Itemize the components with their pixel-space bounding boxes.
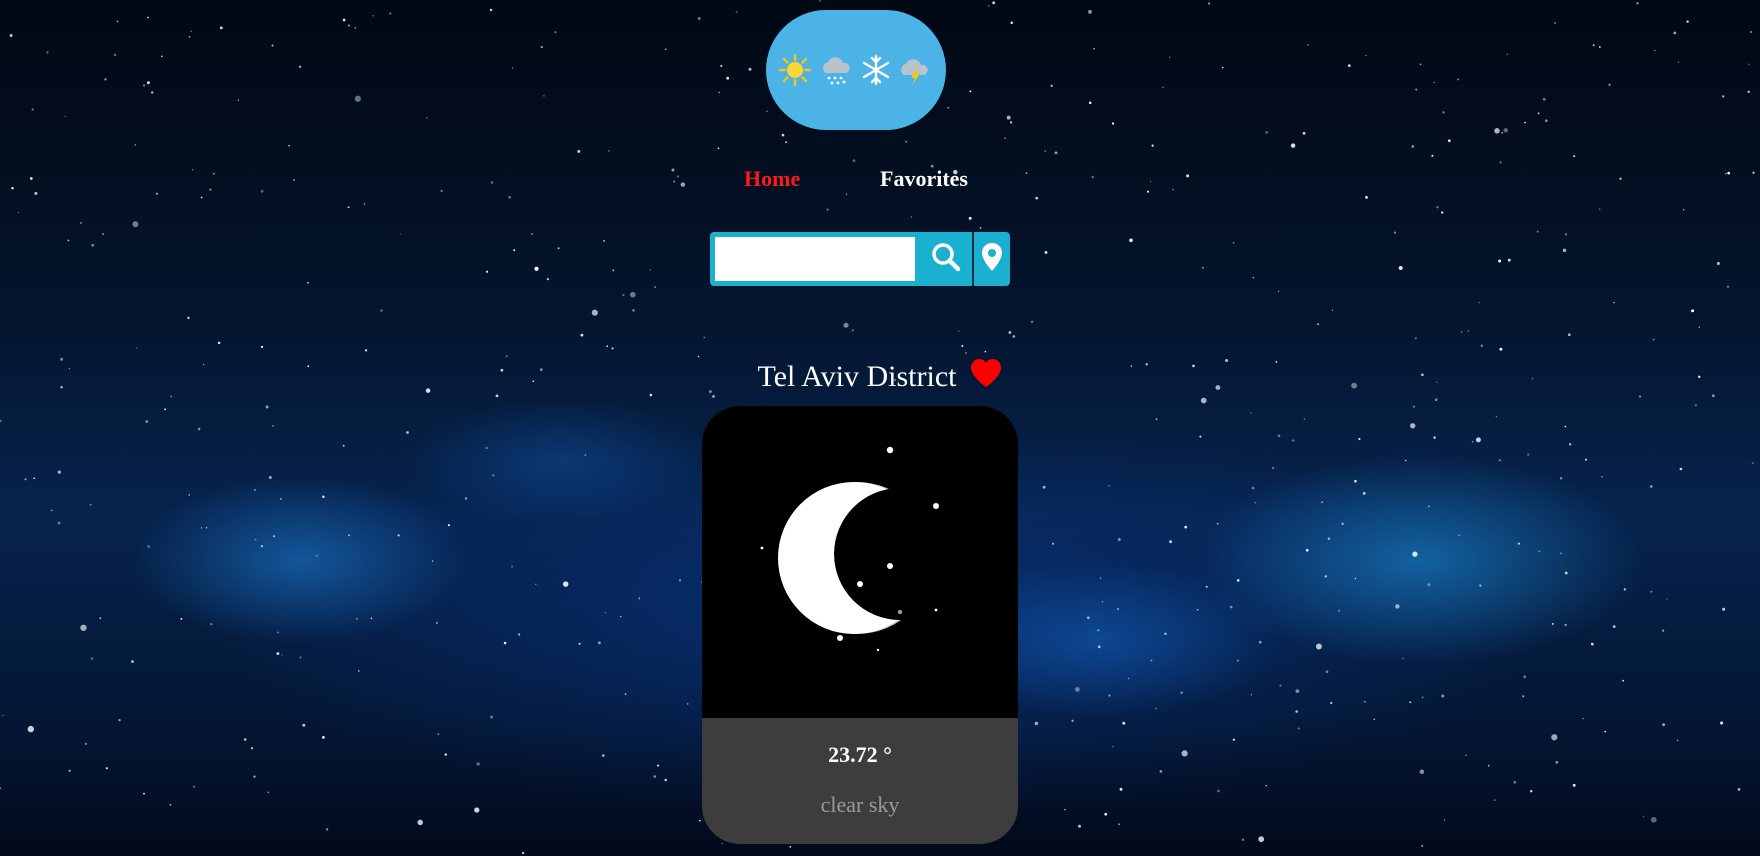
sun-icon: [778, 53, 812, 87]
weather-card: 23.72 ° clear sky: [702, 406, 1018, 844]
favorite-heart-icon[interactable]: [970, 358, 1002, 396]
location-header: Tel Aviv District: [0, 358, 1760, 396]
temperature: 23.72 °: [828, 742, 892, 767]
nav-home-link[interactable]: Home: [744, 166, 800, 192]
nav-favorites-link[interactable]: Favorites: [880, 166, 968, 192]
thunder-cloud-icon: [898, 53, 934, 87]
current-location-button[interactable]: [974, 232, 1010, 286]
app-logo: [766, 10, 946, 130]
weather-description: clear sky: [820, 792, 900, 817]
snow-rain-cloud-icon: [818, 53, 854, 87]
snowflake-icon: [860, 53, 892, 87]
crescent-moon-icon: [760, 446, 939, 652]
location-pin-icon: [981, 242, 1003, 277]
search-icon: [930, 241, 962, 278]
location-name: Tel Aviv District: [757, 360, 957, 393]
search-button[interactable]: [920, 232, 974, 286]
search-bar: [710, 232, 1010, 286]
search-input[interactable]: [715, 237, 915, 281]
weather-condition-image: [702, 406, 1018, 718]
main-nav: Home Favorites: [0, 166, 1760, 196]
